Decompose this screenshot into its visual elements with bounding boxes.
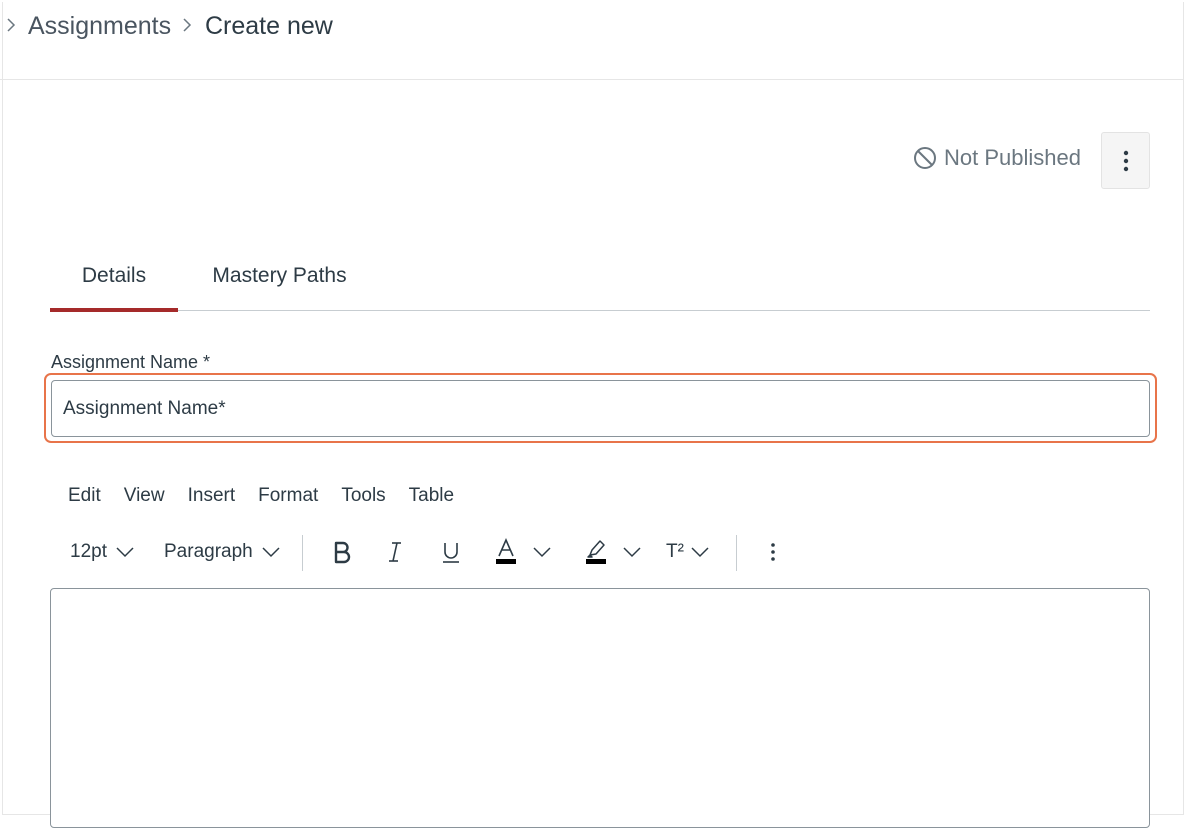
- font-size-select[interactable]: 12pt: [70, 533, 135, 571]
- underline-icon: [440, 540, 462, 564]
- not-published-icon: [912, 145, 938, 171]
- editor-menubar: Edit View Insert Format Tools Table: [68, 481, 477, 511]
- chevron-right-icon: [5, 17, 17, 33]
- kebab-icon: [1123, 150, 1129, 172]
- breadcrumb-assignments-link[interactable]: Assignments: [28, 10, 171, 42]
- superscript-button[interactable]: T²: [666, 533, 710, 571]
- more-tools-button[interactable]: [770, 533, 776, 571]
- toolbar-divider: [302, 535, 303, 571]
- publish-status-label: Not Published: [944, 145, 1081, 170]
- block-format-value: Paragraph: [164, 541, 253, 562]
- menu-edit[interactable]: Edit: [68, 481, 101, 511]
- tab-details[interactable]: Details: [50, 255, 178, 312]
- highlight-color-button[interactable]: [584, 533, 642, 571]
- kebab-icon: [770, 542, 776, 562]
- rich-text-editor-content[interactable]: [50, 588, 1150, 828]
- chevron-down-icon: [532, 546, 552, 558]
- menu-tools[interactable]: Tools: [341, 481, 385, 511]
- assignment-name-input[interactable]: [51, 380, 1150, 437]
- italic-button[interactable]: [386, 533, 404, 571]
- tab-mastery-paths[interactable]: Mastery Paths: [192, 255, 367, 311]
- chevron-down-icon: [690, 546, 710, 558]
- font-size-value: 12pt: [70, 541, 107, 562]
- menu-table[interactable]: Table: [409, 481, 454, 511]
- chevron-down-icon: [622, 546, 642, 558]
- toolbar-divider: [736, 535, 737, 571]
- italic-icon: [386, 540, 404, 564]
- text-color-icon: [494, 538, 518, 566]
- block-format-select[interactable]: Paragraph: [164, 533, 281, 571]
- menu-format[interactable]: Format: [258, 481, 318, 511]
- superscript-icon: T²: [666, 541, 684, 562]
- assignment-name-label: Assignment Name *: [51, 352, 211, 372]
- breadcrumb-current: Create new: [205, 12, 333, 40]
- menu-insert[interactable]: Insert: [188, 481, 236, 511]
- chevron-right-icon: [181, 17, 193, 33]
- bold-button[interactable]: [332, 533, 352, 571]
- menu-view[interactable]: View: [124, 481, 165, 511]
- tab-list: Details Mastery Paths: [50, 255, 1150, 312]
- chevron-down-icon: [115, 546, 135, 558]
- assignment-options-button[interactable]: [1101, 132, 1150, 189]
- publish-status[interactable]: Not Published: [912, 142, 1081, 174]
- breadcrumb: Assignments Create new: [0, 0, 1184, 80]
- highlighter-icon: [584, 538, 608, 566]
- underline-button[interactable]: [440, 533, 462, 571]
- text-color-button[interactable]: [494, 533, 552, 571]
- chevron-down-icon: [261, 546, 281, 558]
- bold-icon: [332, 540, 352, 564]
